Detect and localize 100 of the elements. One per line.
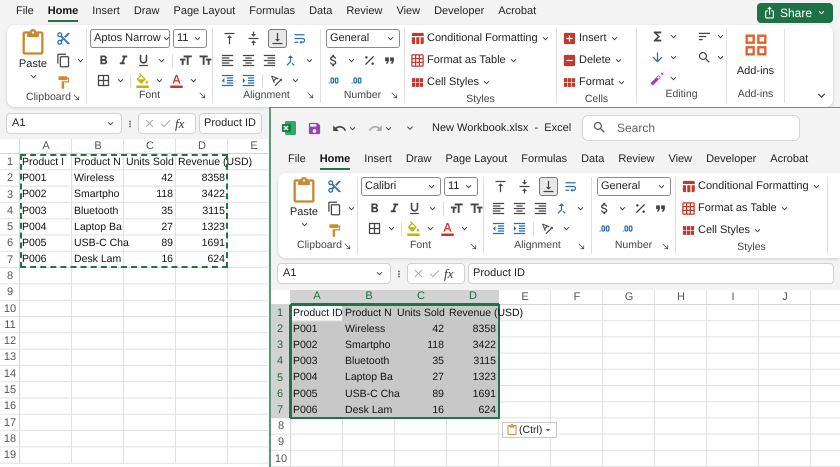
ribbon-tab[interactable]: Developer	[434, 2, 484, 22]
column-header[interactable]: D	[176, 139, 228, 154]
ribbon-tab[interactable]: File	[288, 150, 306, 170]
row-header[interactable]: 9	[271, 434, 291, 451]
row-header[interactable]: 18	[0, 431, 20, 448]
row-header[interactable]: 5	[0, 219, 20, 236]
excel-logo-icon[interactable]	[281, 120, 297, 136]
row-header[interactable]: 12	[0, 333, 20, 350]
ribbon-tab[interactable]: Acrobat	[770, 150, 808, 170]
font-color-icon[interactable]	[440, 221, 455, 236]
align-right-icon[interactable]	[262, 53, 277, 68]
format-as-table-button[interactable]: Format as Table	[410, 51, 551, 70]
ribbon-tab[interactable]: Review	[346, 2, 382, 22]
grow-font-icon[interactable]	[449, 201, 464, 216]
row-header[interactable]: 7	[271, 402, 291, 418]
align-left-icon[interactable]	[220, 53, 235, 68]
dialog-launcher-icon[interactable]	[577, 242, 586, 250]
fill-color-icon[interactable]	[406, 221, 421, 236]
row-header[interactable]: 9	[0, 284, 20, 301]
dialog-launcher-icon[interactable]	[343, 242, 352, 250]
number-format-dropdown[interactable]: General	[326, 29, 400, 48]
wrap-text-icon[interactable]	[292, 31, 307, 46]
column-header[interactable]: D	[447, 290, 499, 305]
dialog-launcher-icon[interactable]	[198, 91, 207, 100]
ribbon-tab[interactable]: File	[16, 2, 34, 22]
wrap-text-icon[interactable]	[563, 179, 578, 194]
fill-color-icon[interactable]	[135, 73, 150, 88]
row-header[interactable]: 5	[271, 370, 291, 386]
name-box[interactable]: A1	[277, 263, 391, 284]
paste-button[interactable]: Paste	[16, 29, 50, 90]
column-header[interactable]: J	[759, 290, 811, 305]
ribbon-tab[interactable]: Formulas	[249, 2, 296, 22]
dialog-launcher-icon[interactable]	[72, 93, 81, 102]
borders-icon[interactable]	[367, 221, 382, 236]
font-name-dropdown[interactable]: Aptos Narrow	[90, 29, 170, 48]
column-header[interactable]: A	[20, 139, 72, 154]
ribbon-tab[interactable]: Formulas	[521, 150, 568, 170]
align-right-icon[interactable]	[533, 201, 548, 216]
column-header[interactable]: B	[343, 290, 395, 305]
search-icon[interactable]	[697, 50, 712, 65]
decrease-indent-icon[interactable]	[220, 73, 235, 88]
number-format-dropdown[interactable]: General	[597, 177, 671, 196]
increase-indent-icon[interactable]	[241, 73, 256, 88]
insert-function-button[interactable]: fx	[175, 114, 184, 134]
ribbon-tab[interactable]: Data	[309, 2, 332, 22]
font-size-dropdown[interactable]: 11	[173, 29, 207, 48]
column-header[interactable]: A	[291, 290, 343, 305]
cut-icon[interactable]	[327, 179, 342, 194]
insert-function-button[interactable]: fx	[444, 264, 454, 284]
row-header[interactable]: 8	[0, 268, 20, 284]
shrink-font-icon[interactable]	[469, 201, 484, 216]
name-box[interactable]: A1	[6, 113, 122, 134]
row-header[interactable]: 1	[271, 305, 291, 322]
decrease-indent-icon[interactable]	[491, 221, 506, 236]
underline-icon[interactable]	[136, 53, 151, 68]
dialog-launcher-icon[interactable]	[661, 242, 670, 250]
format-as-table-button[interactable]: Format as Table	[681, 199, 822, 218]
formula-field[interactable]: Product ID	[199, 113, 262, 134]
ribbon-tab[interactable]: View	[668, 150, 692, 170]
row-header[interactable]: 1	[0, 154, 20, 170]
orientation-icon[interactable]	[269, 73, 284, 88]
align-center-icon[interactable]	[512, 201, 527, 216]
ribbon-tab[interactable]: Draw	[406, 150, 432, 170]
share-button[interactable]: Share	[756, 2, 833, 22]
row-header[interactable]: 3	[271, 337, 291, 354]
row-header[interactable]: 14	[0, 366, 20, 382]
ribbon-tab[interactable]: Home	[48, 2, 78, 22]
add-ins-button[interactable]: Add-ins	[730, 29, 781, 87]
row-header[interactable]: 6	[0, 235, 20, 252]
eraser-icon[interactable]	[650, 71, 665, 86]
shrink-font-icon[interactable]	[198, 53, 213, 68]
row-header[interactable]: 8	[271, 418, 291, 434]
save-icon[interactable]	[307, 120, 322, 136]
formula-field[interactable]: Product ID	[468, 263, 834, 284]
row-header[interactable]: 19	[0, 447, 20, 464]
row-header[interactable]: 17	[0, 414, 20, 432]
dialog-launcher-icon[interactable]	[390, 91, 399, 100]
dialog-launcher-icon[interactable]	[469, 242, 478, 250]
row-header[interactable]: 4	[0, 202, 20, 220]
ribbon-tab[interactable]: Acrobat	[498, 2, 536, 22]
ribbon-tab[interactable]: Page Layout	[173, 2, 236, 22]
row-header[interactable]: 6	[271, 386, 291, 402]
column-header[interactable]: C	[395, 290, 447, 305]
font-size-dropdown[interactable]: 11	[444, 177, 478, 196]
row-header[interactable]: 7	[0, 252, 20, 268]
underline-icon[interactable]	[407, 201, 422, 216]
row-header[interactable]: 11	[0, 316, 20, 334]
ribbon-tab[interactable]: Insert	[364, 150, 392, 170]
row-header[interactable]: 10	[271, 450, 291, 467]
increase-indent-icon[interactable]	[512, 221, 527, 236]
column-header[interactable]: E	[499, 290, 551, 305]
delete-cells-button[interactable]: Delete	[562, 51, 627, 70]
search-field[interactable]: Search	[582, 115, 800, 141]
format-cells-button[interactable]: Format	[562, 73, 627, 92]
font-color-icon[interactable]	[169, 73, 184, 88]
column-header[interactable]: I	[707, 290, 759, 305]
ribbon-tab[interactable]: Page Layout	[445, 150, 508, 170]
dialog-launcher-icon[interactable]	[306, 91, 315, 100]
percent-icon[interactable]	[633, 201, 648, 216]
ribbon-tab[interactable]: Home	[320, 150, 350, 170]
